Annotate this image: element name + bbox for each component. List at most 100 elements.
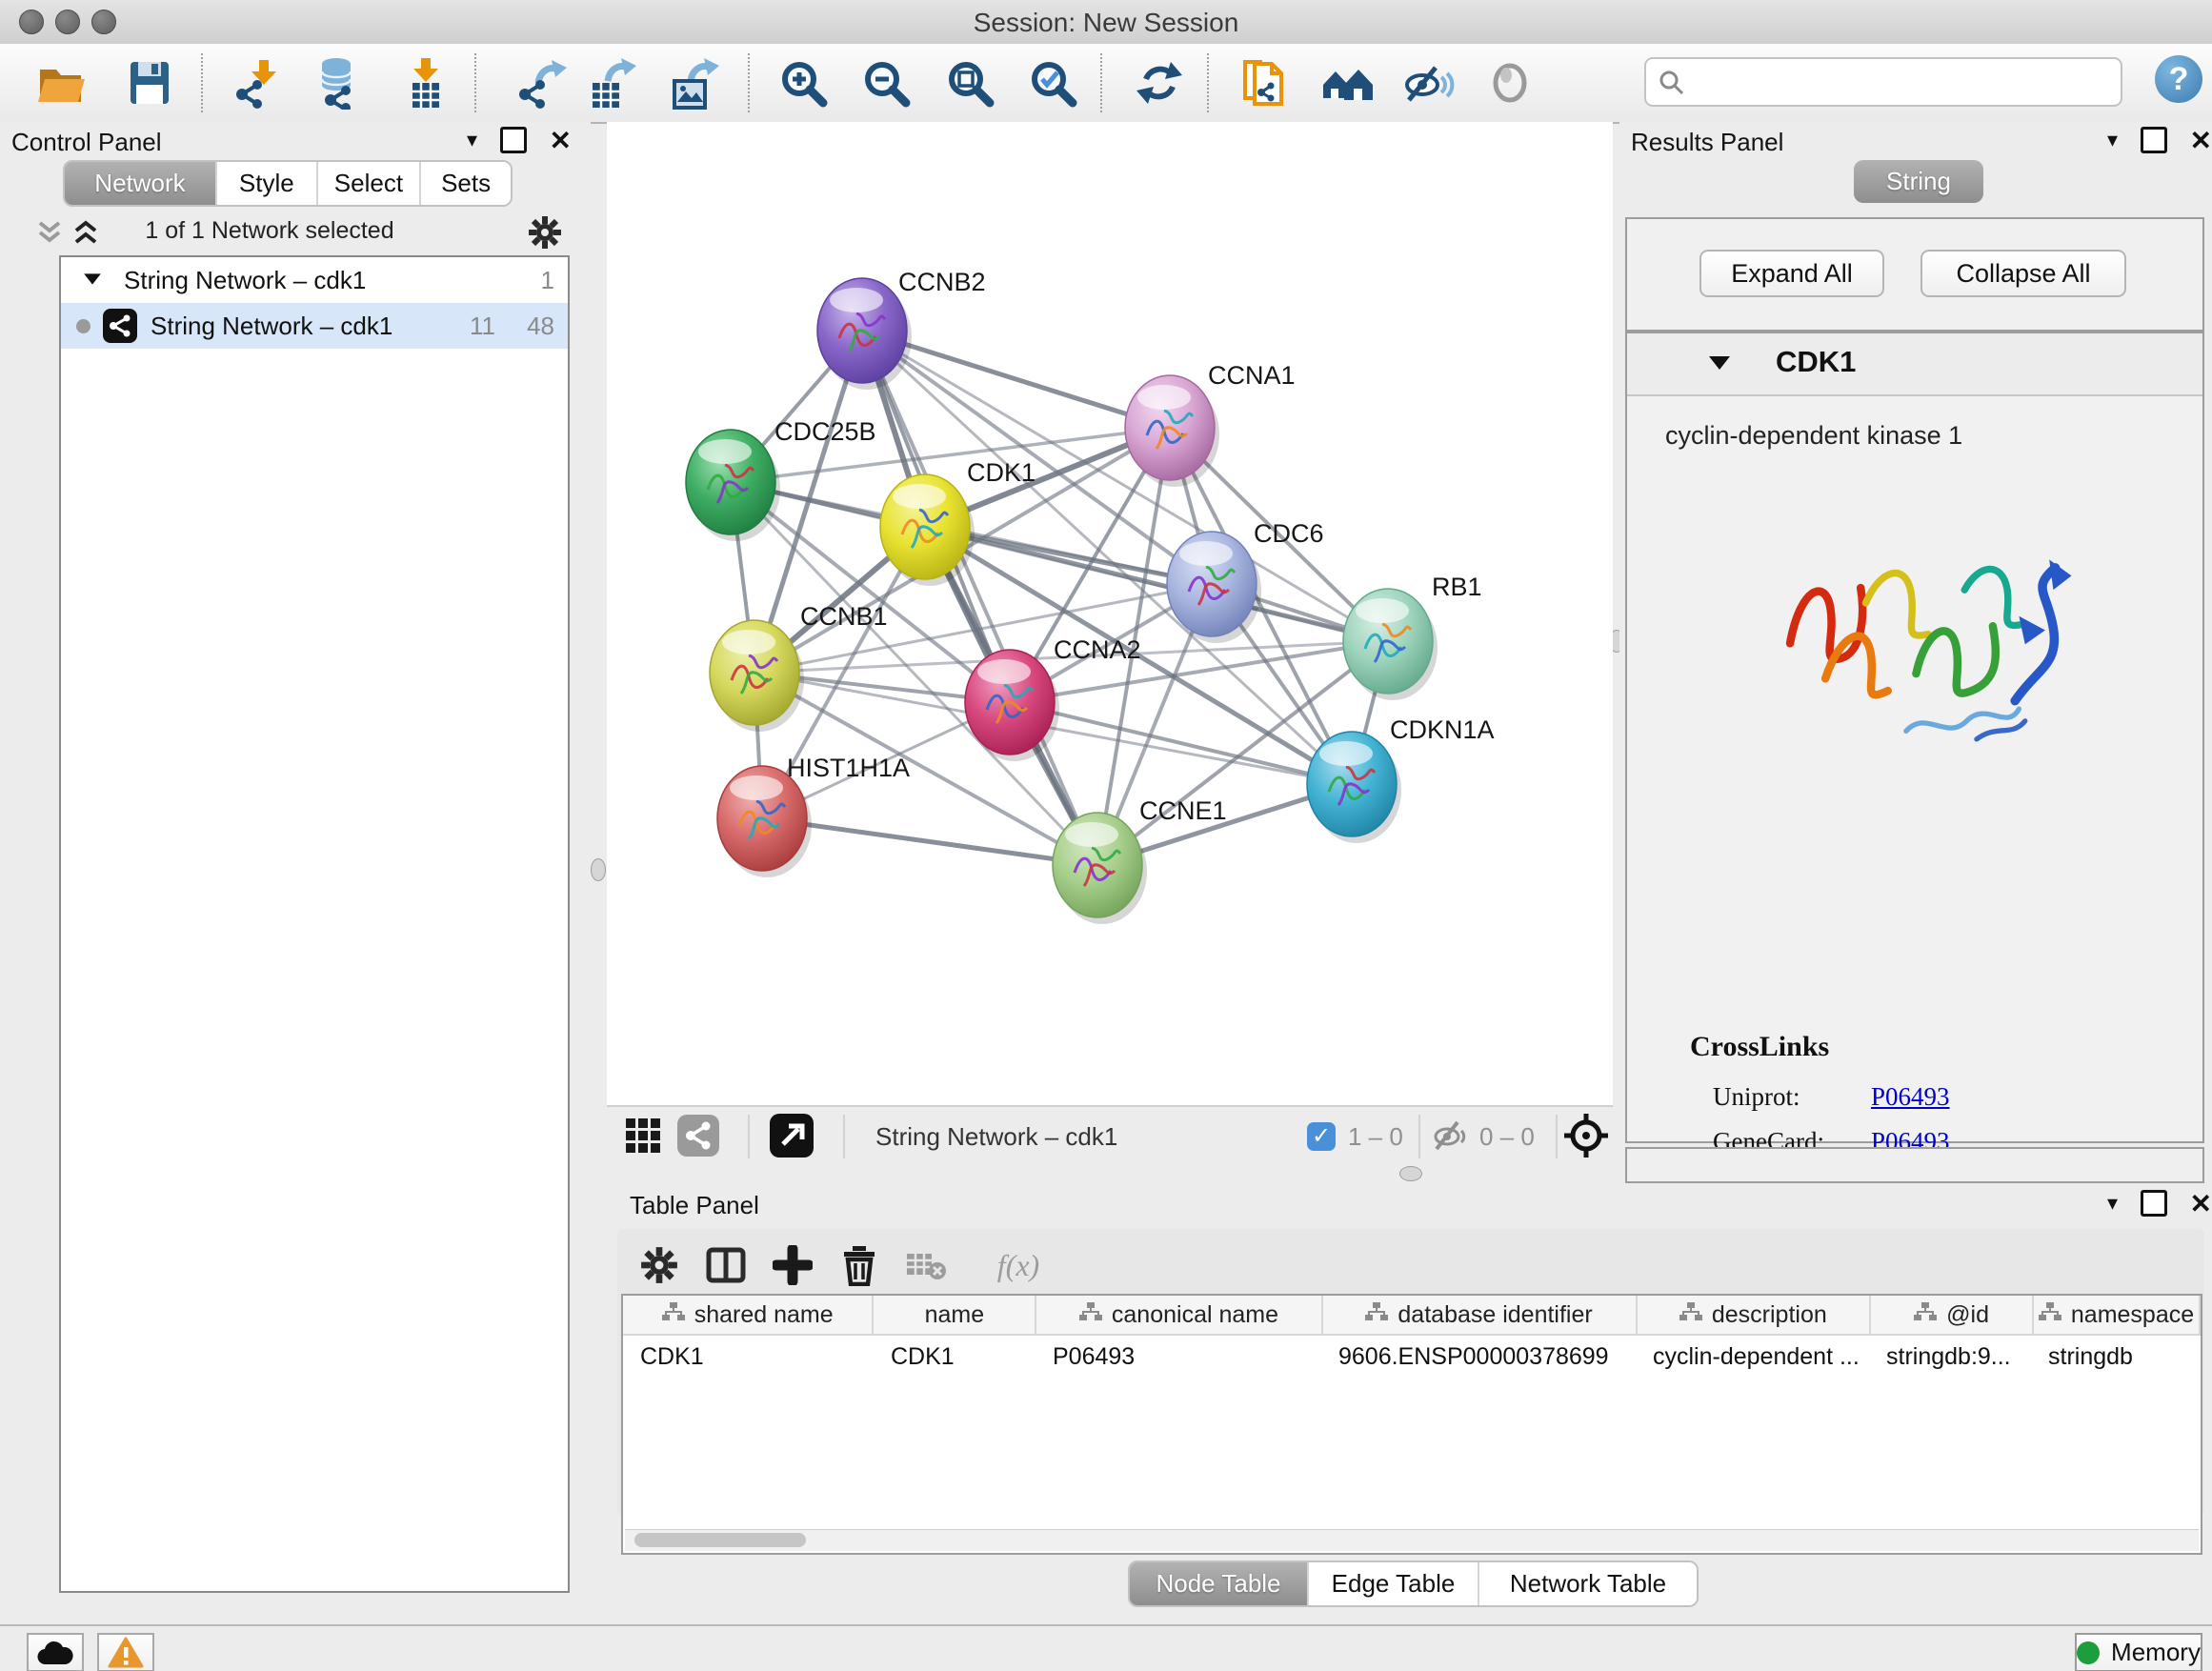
- horizontal-scrollbar[interactable]: [625, 1529, 2199, 1551]
- table-cell[interactable]: stringdb: [2031, 1336, 2197, 1378]
- tab-style[interactable]: Style: [217, 162, 318, 205]
- column-header-namespace[interactable]: namespace: [2034, 1296, 2201, 1334]
- string-document-button[interactable]: [1238, 55, 1294, 111]
- warnings-button[interactable]: [97, 1633, 154, 1671]
- zoom-fit-button[interactable]: [942, 55, 997, 111]
- table-cell[interactable]: 9606.ENSP00000378699: [1321, 1336, 1636, 1378]
- home-icon: [1321, 56, 1375, 110]
- node-CDKN1A[interactable]: CDKN1A: [1307, 715, 1495, 843]
- bottom-splitter-handle[interactable]: [1399, 1166, 1422, 1181]
- table-cell[interactable]: CDK1: [874, 1336, 1036, 1378]
- node-RB1[interactable]: RB1: [1343, 573, 1482, 700]
- table-cell[interactable]: CDK1: [623, 1336, 874, 1378]
- node-CDC6[interactable]: CDC6: [1167, 519, 1324, 643]
- help-button[interactable]: ?: [2155, 55, 2202, 103]
- table-row[interactable]: CDK1CDK1P064939606.ENSP00000378699cyclin…: [623, 1336, 2201, 1378]
- gear-icon[interactable]: [528, 215, 562, 250]
- tab-sets[interactable]: Sets: [421, 162, 511, 205]
- export-image-button[interactable]: [665, 55, 720, 111]
- crosslink-value-link[interactable]: P06493: [1871, 1082, 1950, 1112]
- tab-select[interactable]: Select: [318, 162, 422, 205]
- network-row[interactable]: String Network – cdk1 11 48: [61, 303, 568, 349]
- open-in-window-button[interactable]: [767, 1111, 816, 1160]
- hidden-items-button[interactable]: [1428, 1115, 1474, 1157]
- node-HIST1H1A[interactable]: HIST1H1A: [717, 754, 910, 877]
- node-CCNB2[interactable]: CCNB2: [817, 268, 986, 390]
- node-CCNA2[interactable]: CCNA2: [965, 635, 1141, 761]
- panel-collapse-icon[interactable]: ▾: [2107, 128, 2118, 152]
- expand-all-button[interactable]: Expand All: [1699, 250, 1884, 297]
- panel-close-icon[interactable]: ✕: [2190, 125, 2212, 156]
- home-button[interactable]: [1320, 55, 1376, 111]
- selected-checkbox[interactable]: ✓: [1307, 1122, 1336, 1151]
- column-header-description[interactable]: description: [1638, 1296, 1872, 1334]
- center-view-button[interactable]: [1561, 1111, 1611, 1160]
- left-splitter-handle[interactable]: [591, 858, 606, 881]
- import-network-database-button[interactable]: [311, 55, 366, 111]
- hide-panel-button[interactable]: [1400, 55, 1456, 111]
- import-table-button[interactable]: [398, 55, 453, 111]
- memory-button[interactable]: Memory: [2075, 1633, 2202, 1671]
- export-network-button[interactable]: [513, 55, 568, 111]
- tab-network[interactable]: Network: [65, 162, 217, 205]
- panel-collapse-icon[interactable]: ▾: [2107, 1191, 2118, 1216]
- import-network-file-button[interactable]: [230, 55, 285, 111]
- delete-column-button[interactable]: [835, 1240, 884, 1290]
- tab-edge-table[interactable]: Edge Table: [1309, 1562, 1479, 1605]
- gray-eye-button[interactable]: [1482, 55, 1538, 111]
- zoom-out-icon: [859, 56, 913, 110]
- panel-collapse-icon[interactable]: ▾: [467, 128, 477, 152]
- table-panel: Table Panel ▾ ✕ f(x) shared namenamecano…: [607, 1183, 2212, 1624]
- node-label-CCNB2: CCNB2: [898, 268, 986, 296]
- table-cell[interactable]: stringdb:9...: [1869, 1336, 2031, 1378]
- panel-close-icon[interactable]: ✕: [550, 125, 572, 156]
- show-columns-button[interactable]: [701, 1240, 751, 1290]
- collection-expand-icon[interactable]: [84, 273, 101, 284]
- zoom-in-button[interactable]: [775, 55, 831, 111]
- table-settings-button[interactable]: [634, 1240, 684, 1290]
- save-session-button[interactable]: [122, 55, 177, 111]
- birdseye-grid-button[interactable]: [618, 1111, 668, 1160]
- gene-section-header[interactable]: CDK1: [1627, 333, 2202, 396]
- tab-network-table[interactable]: Network Table: [1479, 1562, 1697, 1605]
- column-header-canonical-name[interactable]: canonical name: [1036, 1296, 1322, 1334]
- gray-eye-icon: [1483, 56, 1537, 110]
- zoom-out-button[interactable]: [858, 55, 914, 111]
- collapse-all-button[interactable]: Collapse All: [1920, 250, 2126, 297]
- tab-node-table[interactable]: Node Table: [1130, 1562, 1309, 1605]
- table-cell[interactable]: P06493: [1036, 1336, 1321, 1378]
- panel-float-icon[interactable]: [500, 127, 526, 153]
- tab-string[interactable]: String: [1854, 160, 1983, 203]
- open-file-button[interactable]: [34, 55, 90, 111]
- share-view-button[interactable]: [674, 1111, 723, 1160]
- memory-status-icon: [2077, 1641, 2100, 1664]
- table-cell[interactable]: cyclin-dependent ...: [1636, 1336, 1869, 1378]
- toolbar-separator: [1207, 53, 1209, 112]
- zoom-selected-button[interactable]: [1025, 55, 1080, 111]
- scrollbar-thumb[interactable]: [634, 1533, 806, 1547]
- panel-close-icon[interactable]: ✕: [2190, 1188, 2212, 1219]
- column-header-name[interactable]: name: [874, 1296, 1036, 1334]
- node-label-HIST1H1A: HIST1H1A: [787, 754, 910, 782]
- plus-icon: [773, 1245, 813, 1285]
- function-builder-button[interactable]: f(x): [975, 1240, 1061, 1290]
- cloud-status-button[interactable]: [27, 1633, 84, 1671]
- node-CCNE1[interactable]: CCNE1: [1053, 796, 1227, 924]
- add-column-button[interactable]: [768, 1240, 817, 1290]
- network-collection-row[interactable]: String Network – cdk1 1: [61, 257, 568, 303]
- gear-icon: [640, 1246, 678, 1284]
- network-canvas[interactable]: CCNB2CCNA1CDC25BCDK1CDC6RB1CCNB1CCNA2CDK…: [607, 122, 1613, 1105]
- export-table-button[interactable]: [582, 55, 637, 111]
- string-doc-icon: [1239, 56, 1293, 110]
- column-header-id[interactable]: @id: [1871, 1296, 2034, 1334]
- refresh-button[interactable]: [1132, 55, 1187, 111]
- section-collapse-icon[interactable]: [1709, 356, 1730, 370]
- panel-float-icon[interactable]: [2141, 127, 2166, 153]
- node-label-CDKN1A: CDKN1A: [1390, 715, 1495, 744]
- gene-description: cyclin-dependent kinase 1: [1665, 421, 1962, 451]
- column-header-shared-name[interactable]: shared name: [623, 1296, 874, 1334]
- panel-float-icon[interactable]: [2141, 1190, 2166, 1217]
- column-header-database-identifier[interactable]: database identifier: [1323, 1296, 1638, 1334]
- delete-table-button[interactable]: [901, 1240, 951, 1290]
- search-input[interactable]: [1644, 57, 2122, 107]
